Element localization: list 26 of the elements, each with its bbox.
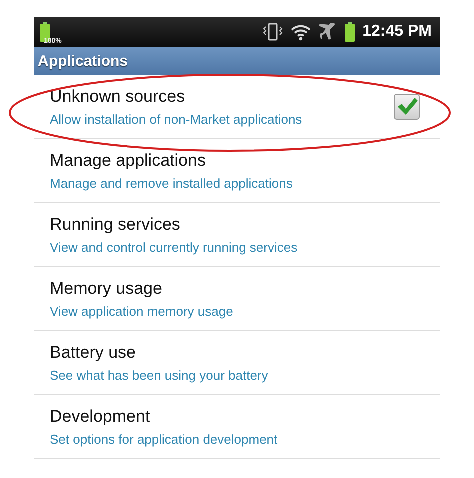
settings-item[interactable]: Unknown sources Allow installation of non-Market applications bbox=[34, 75, 440, 139]
item-summary: See what has been using your battery bbox=[50, 368, 270, 382]
item-title: Running services bbox=[50, 214, 182, 234]
airplane-icon bbox=[318, 23, 337, 41]
item-title: Battery use bbox=[50, 342, 137, 362]
checkmark-icon bbox=[396, 96, 418, 116]
battery-icon bbox=[344, 22, 355, 42]
item-summary: Set options for application development bbox=[50, 432, 279, 446]
item-summary: View application memory usage bbox=[50, 304, 234, 318]
settings-item[interactable]: Running services View and control currently running services bbox=[34, 203, 440, 267]
item-title: Unknown sources bbox=[50, 86, 186, 106]
settings-item[interactable]: Battery use See what has been using your battery bbox=[34, 331, 440, 395]
settings-item[interactable]: Memory usage View application memory usage bbox=[34, 267, 440, 331]
item-title: Manage applications bbox=[50, 150, 207, 170]
vibrate-icon bbox=[262, 23, 283, 41]
item-title: Memory usage bbox=[50, 278, 164, 298]
settings-item[interactable]: Manage applications Manage and remove installed applications bbox=[34, 139, 440, 203]
screen-title: Applications bbox=[38, 52, 128, 70]
item-summary: Allow installation of non-Market applications bbox=[50, 112, 304, 126]
item-title: Development bbox=[50, 406, 152, 426]
settings-item[interactable]: Development Set options for application development bbox=[34, 395, 440, 459]
item-summary: View and control currently running services bbox=[50, 240, 299, 254]
wifi-icon bbox=[290, 24, 311, 40]
item-summary: Manage and remove installed applications bbox=[50, 176, 294, 190]
checkbox[interactable] bbox=[394, 94, 420, 120]
clock: 12:45 PM bbox=[362, 23, 432, 41]
